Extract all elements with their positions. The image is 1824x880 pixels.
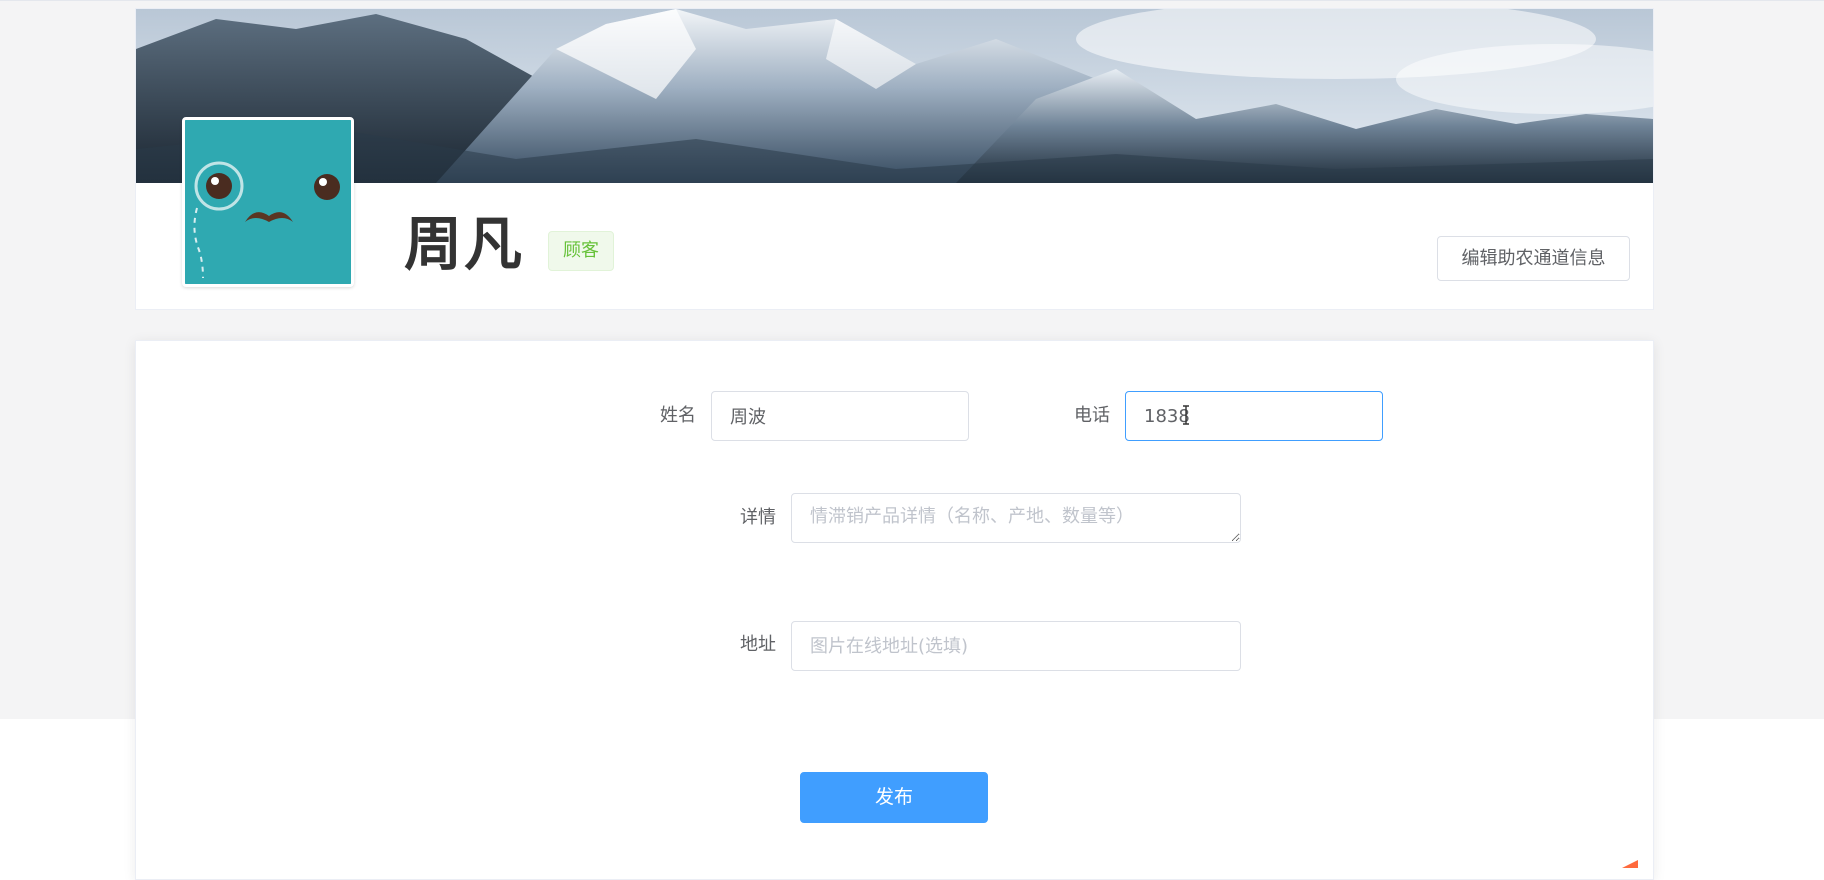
- profile-banner-image: [136, 9, 1653, 183]
- profile-card: 周凡 顾客 编辑助农通道信息: [135, 8, 1654, 310]
- role-tag: 顾客: [548, 231, 614, 271]
- address-input[interactable]: [791, 621, 1241, 671]
- publish-button[interactable]: 发布: [800, 772, 988, 823]
- name-input[interactable]: [711, 391, 969, 441]
- user-name: 周凡: [404, 210, 525, 278]
- name-label: 姓名: [660, 405, 696, 426]
- details-label: 详情: [740, 507, 776, 528]
- monocle-mustache-avatar-icon: [185, 120, 351, 284]
- user-avatar: [182, 117, 354, 287]
- phone-input[interactable]: [1125, 391, 1383, 441]
- corner-decoration-icon: [1622, 860, 1638, 868]
- address-label: 地址: [740, 634, 776, 655]
- phone-label: 电话: [1074, 405, 1110, 426]
- details-textarea[interactable]: [791, 493, 1241, 543]
- edit-channel-info-button[interactable]: 编辑助农通道信息: [1437, 236, 1630, 281]
